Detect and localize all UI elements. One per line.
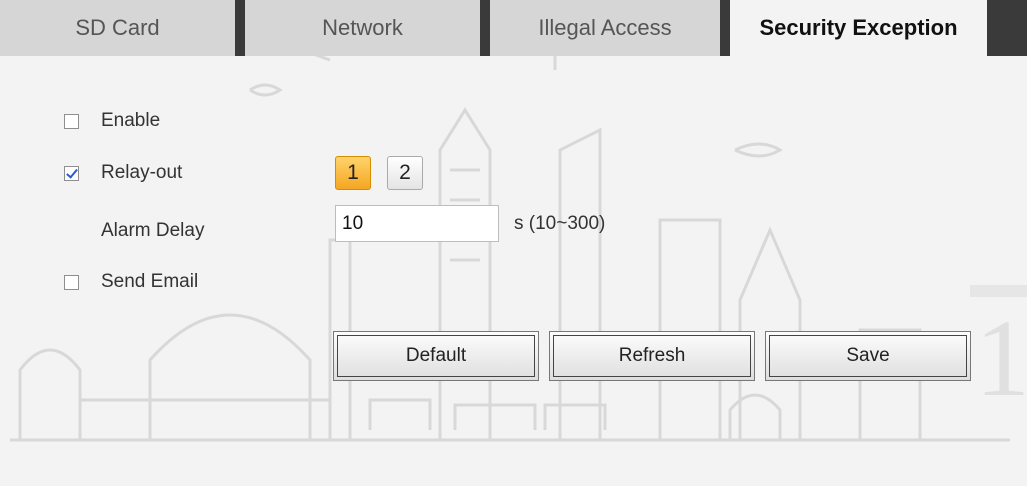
enable-checkbox[interactable]: [64, 114, 79, 129]
send-email-label: Send Email: [101, 271, 199, 292]
tab-illegal-access[interactable]: Illegal Access: [490, 0, 720, 56]
enable-label: Enable: [101, 110, 161, 131]
save-button[interactable]: Save: [765, 331, 971, 381]
tab-network[interactable]: Network: [245, 0, 480, 56]
relay-channel-2-button[interactable]: 2: [387, 156, 423, 190]
tab-separator: [987, 0, 1027, 56]
relay-out-label: Relay-out: [101, 162, 183, 183]
tab-bar: SD Card Network Illegal Access Security …: [0, 0, 1027, 56]
tab-separator: [235, 0, 245, 56]
alarm-delay-range-hint: s (10~300): [514, 213, 606, 234]
relay-channel-1-button[interactable]: 1: [335, 156, 371, 190]
alarm-delay-input[interactable]: [335, 205, 499, 242]
refresh-button[interactable]: Refresh: [549, 331, 755, 381]
tab-security-exception[interactable]: Security Exception: [730, 0, 987, 56]
tab-sd-card[interactable]: SD Card: [0, 0, 235, 56]
relay-out-checkbox[interactable]: [64, 166, 79, 181]
svg-text:19: 19: [975, 297, 1027, 419]
city-watermark-image: 19: [10, 0, 1027, 442]
send-email-checkbox[interactable]: [64, 275, 79, 290]
tab-separator: [720, 0, 730, 56]
tab-separator: [480, 0, 490, 56]
default-button[interactable]: Default: [333, 331, 539, 381]
alarm-delay-label: Alarm Delay: [101, 220, 205, 241]
